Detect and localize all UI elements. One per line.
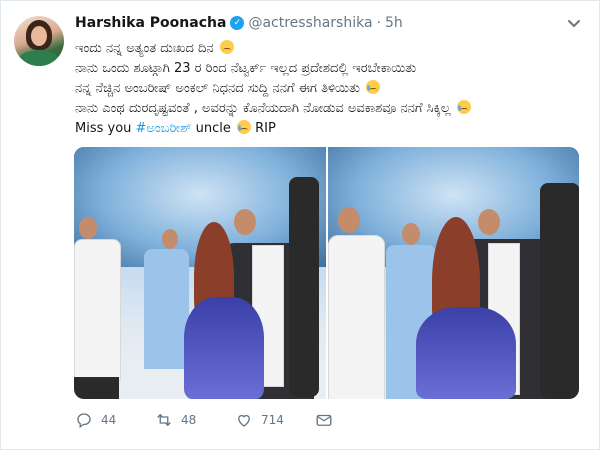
tweet-text: ಇಂದು ನನ್ನ ಅತ್ಯಂತ ದುಃಖದ ದಿನ ನಾನು ಒಂದು ಶೂಟ… — [75, 39, 575, 139]
reply-count: 44 — [101, 413, 117, 427]
verified-badge-icon: ✓ — [230, 16, 245, 30]
avatar[interactable] — [14, 16, 64, 66]
envelope-icon — [316, 414, 332, 426]
tweet-line-4: ನಾನು ಎಂಥ ದುರದೃಷ್ಟವಂತೆ , ಅವರನ್ನು ಕೊನೆಯದಾಗ… — [75, 99, 575, 119]
reply-icon — [77, 413, 91, 429]
sad-tear-emoji-icon — [237, 120, 252, 134]
like-button[interactable]: 714 — [235, 411, 284, 429]
like-count: 714 — [261, 413, 284, 427]
tweet-line-5: Miss you #ಅಂಬರೀಶ್ uncle RIP — [75, 120, 276, 136]
tweet-line-1: ಇಂದು ನನ್ನ ಅತ್ಯಂತ ದುಃಖದ ದಿನ — [75, 39, 575, 59]
tweet-photo-1[interactable] — [74, 147, 326, 399]
tweet-card[interactable]: Harshika Poonacha ✓ @actressharshika · 5… — [0, 0, 600, 450]
retweet-count: 48 — [181, 413, 197, 427]
retweet-button[interactable]: 48 — [155, 411, 196, 429]
hashtag-link[interactable]: #ಅಂಬರೀಶ್ — [136, 121, 192, 136]
tweet-actions: 44 48 714 — [75, 411, 375, 435]
tweet-line-2: ನಾನು ಒಂದು ಶೂಟ್ಗಾಗಿ 23 ರ ರಿಂದ ನೆಟ್ವರ್ಕ್ ಇ… — [75, 61, 417, 76]
separator: · — [376, 15, 382, 31]
retweet-icon — [157, 414, 171, 426]
reply-button[interactable]: 44 — [75, 411, 116, 429]
chevron-down-icon[interactable] — [567, 19, 581, 29]
author-handle[interactable]: @actressharshika — [248, 15, 372, 31]
sad-face-emoji-icon — [219, 40, 234, 54]
heart-icon — [238, 414, 250, 427]
photo-grid — [74, 147, 579, 399]
crying-face-emoji-icon — [366, 80, 381, 94]
author-name[interactable]: Harshika Poonacha — [75, 15, 226, 31]
tweet-line-3: ನನ್ನ ನೆಚ್ಚಿನ ಅಂಬರೀಷ್ ಅಂಕಲ್ ನಿಧನದ ಸುದ್ದಿ … — [75, 79, 575, 99]
direct-message-button[interactable] — [315, 411, 333, 429]
tweet-photo-2[interactable] — [327, 147, 579, 399]
tweet-header: Harshika Poonacha ✓ @actressharshika · 5… — [75, 15, 403, 31]
loudly-crying-emoji-icon — [456, 100, 471, 114]
timestamp[interactable]: 5h — [385, 15, 403, 31]
